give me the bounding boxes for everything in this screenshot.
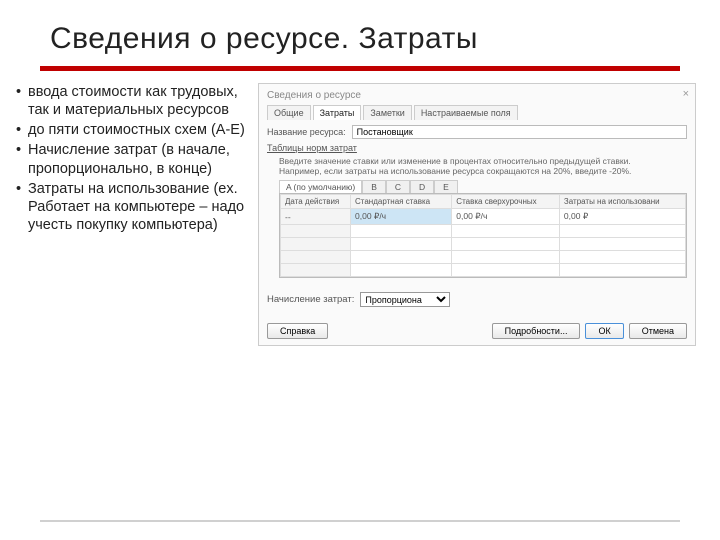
hint-text: Введите значение ставки или изменение в …: [279, 156, 687, 176]
bullet-list: ввода стоимости как трудовых, так и мате…: [18, 83, 248, 346]
cell-overtime-rate[interactable]: 0,00 ₽/ч: [452, 209, 560, 225]
resource-info-dialog: × Сведения о ресурсе Общие Затраты Замет…: [258, 83, 696, 346]
grid-row[interactable]: [281, 251, 686, 264]
subtab-e[interactable]: E: [434, 180, 458, 193]
slide-title: Сведения о ресурсе. Затраты: [0, 0, 720, 66]
subtab-d[interactable]: D: [410, 180, 434, 193]
dialog-tabs: Общие Затраты Заметки Настраиваемые поля: [267, 105, 687, 120]
bullet-item: Начисление затрат (в начале, пропорциона…: [18, 141, 248, 177]
cell-standard-rate[interactable]: 0,00 ₽/ч: [351, 209, 452, 225]
details-button[interactable]: Подробности...: [492, 323, 581, 339]
grid-row[interactable]: [281, 264, 686, 277]
footer-divider: [40, 520, 680, 522]
col-effective-date[interactable]: Дата действия: [281, 195, 351, 209]
cell-date[interactable]: --: [281, 209, 351, 225]
dialog-title: Сведения о ресурсе: [267, 90, 687, 101]
help-button[interactable]: Справка: [267, 323, 328, 339]
cost-accrual-label: Начисление затрат:: [267, 294, 354, 305]
hint-line-1: Введите значение ставки или изменение в …: [279, 156, 687, 166]
close-icon[interactable]: ×: [683, 88, 689, 100]
resource-name-label: Название ресурса:: [267, 127, 346, 137]
grid-row[interactable]: [281, 225, 686, 238]
bullet-item: до пяти стоимостных схем (A-E): [18, 121, 248, 139]
rate-table-tabs: A (по умолчанию) B C D E: [279, 180, 687, 193]
subtab-b[interactable]: B: [362, 180, 386, 193]
bullet-item: ввода стоимости как трудовых, так и мате…: [18, 83, 248, 119]
grid-header-row: Дата действия Стандартная ставка Ставка …: [281, 195, 686, 209]
cost-tables-label: Таблицы норм затрат: [267, 143, 687, 153]
tab-notes[interactable]: Заметки: [363, 105, 411, 120]
ok-button[interactable]: ОК: [585, 323, 623, 339]
grid-row[interactable]: [281, 238, 686, 251]
bullet-item: Затраты на использование (ex. Работает н…: [18, 180, 248, 234]
grid-row[interactable]: -- 0,00 ₽/ч 0,00 ₽/ч 0,00 ₽: [281, 209, 686, 225]
cost-rate-grid[interactable]: Дата действия Стандартная ставка Ставка …: [279, 193, 687, 278]
resource-name-input[interactable]: [352, 125, 687, 139]
cost-accrual-select[interactable]: Пропорциона: [360, 292, 450, 307]
cancel-button[interactable]: Отмена: [629, 323, 687, 339]
col-per-use-cost[interactable]: Затраты на использовани: [559, 195, 685, 209]
tab-general[interactable]: Общие: [267, 105, 311, 120]
tab-costs[interactable]: Затраты: [313, 105, 362, 120]
col-standard-rate[interactable]: Стандартная ставка: [351, 195, 452, 209]
hint-line-2: Например, если затраты на использование …: [279, 166, 687, 176]
title-underline: [40, 66, 680, 71]
cell-per-use[interactable]: 0,00 ₽: [559, 209, 685, 225]
col-overtime-rate[interactable]: Ставка сверхурочных: [452, 195, 560, 209]
subtab-c[interactable]: C: [386, 180, 410, 193]
subtab-a[interactable]: A (по умолчанию): [279, 180, 362, 193]
tab-custom-fields[interactable]: Настраиваемые поля: [414, 105, 518, 120]
